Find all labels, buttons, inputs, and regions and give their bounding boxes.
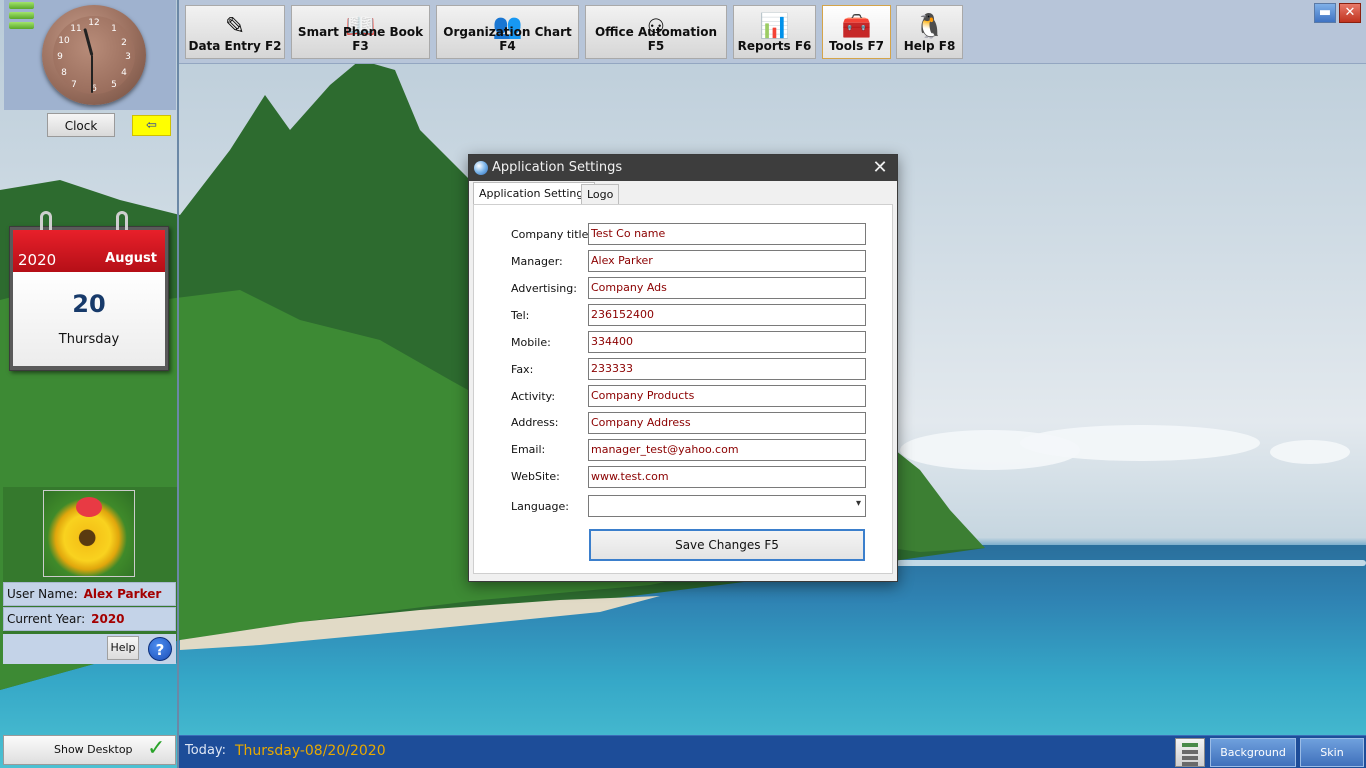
back-arrow-button[interactable]: ⇦	[132, 115, 171, 136]
dialog-title: Application Settings	[492, 160, 623, 175]
dialog-title-bar[interactable]: Application Settings ✕	[469, 155, 897, 181]
advertising-label: Advertising:	[511, 282, 577, 295]
arrow-left-icon: ⇦	[146, 118, 157, 133]
close-icon: ✕	[872, 157, 888, 178]
calendar-month: August	[105, 251, 157, 266]
clock-panel: 12 1 2 3 4 5 6 7 8 9 10 11	[4, 0, 176, 110]
show-desktop-label: Show Desktop	[54, 743, 133, 756]
status-bar: Today: Thursday-08/20/2020 Background Sk…	[179, 735, 1366, 768]
menu-icon[interactable]	[9, 2, 34, 29]
today-label: Today:	[185, 743, 227, 758]
company-title-input[interactable]: Test Co name	[588, 223, 866, 245]
current-year-label: Current Year:	[7, 612, 86, 626]
email-label: Email:	[511, 443, 546, 456]
manager-label: Manager:	[511, 255, 563, 268]
tel-label: Tel:	[511, 309, 530, 322]
analog-clock: 12 1 2 3 4 5 6 7 8 9 10 11	[42, 5, 146, 105]
activity-label: Activity:	[511, 390, 556, 403]
minimize-button[interactable]: ▬	[1314, 3, 1336, 23]
manager-input[interactable]: Alex Parker	[588, 250, 866, 272]
calculator-icon[interactable]	[1175, 738, 1205, 767]
pencil-paper-icon: ✎	[224, 12, 246, 40]
language-select[interactable]: ▾	[588, 495, 866, 517]
current-year-value: 2020	[91, 612, 125, 626]
user-name-label: User Name:	[7, 587, 78, 601]
calendar-weekday: Thursday	[58, 332, 120, 347]
activity-input[interactable]: Company Products	[588, 385, 866, 407]
chevron-down-icon: ▾	[855, 498, 861, 509]
address-label: Address:	[511, 416, 559, 429]
user-name-row: User Name: Alex Parker	[3, 582, 176, 606]
tel-input[interactable]: 236152400	[588, 304, 866, 326]
clock-button[interactable]: Clock	[47, 113, 115, 137]
language-label: Language:	[511, 500, 569, 513]
mobile-input[interactable]: 334400	[588, 331, 866, 353]
sidebar: 12 1 2 3 4 5 6 7 8 9 10 11 Clock ⇦ 2020 …	[0, 0, 179, 768]
close-icon: ✕	[1344, 5, 1356, 20]
current-year-row: Current Year: 2020	[3, 607, 176, 631]
today-value: Thursday-08/20/2020	[235, 743, 386, 759]
minimize-icon: ▬	[1318, 5, 1332, 20]
website-label: WebSite:	[511, 470, 560, 483]
help-row: Help ?	[3, 634, 176, 664]
close-window-button[interactable]: ✕	[1339, 3, 1361, 23]
user-name-value: Alex Parker	[83, 587, 162, 601]
tools-box-icon: 🧰	[841, 12, 872, 40]
help-icon[interactable]: ?	[148, 637, 172, 661]
address-input[interactable]: Company Address	[588, 412, 866, 434]
chart-icon: 📊	[759, 12, 790, 40]
smart-phone-book-button[interactable]: 📖 Smart Phone Book F3	[291, 5, 430, 59]
calendar-widget: 2020 August 20 Thursday	[9, 211, 169, 371]
data-entry-button[interactable]: ✎ Data Entry F2	[185, 5, 285, 59]
advertising-input[interactable]: Company Ads	[588, 277, 866, 299]
reports-button[interactable]: 📊 Reports F6	[733, 5, 816, 59]
dialog-close-button[interactable]: ✕	[871, 156, 889, 180]
office-automation-button[interactable]: ⚇ Office Automation F5	[585, 5, 727, 59]
tab-application-settings[interactable]: Application Settings	[473, 182, 596, 205]
organization-chart-button[interactable]: 👥 Organization Chart F4	[436, 5, 579, 59]
avatar	[43, 490, 135, 577]
checkmark-icon: ✓	[147, 736, 166, 761]
clock-minute-hand	[91, 55, 93, 93]
background-button[interactable]: Background	[1210, 738, 1296, 767]
main-toolbar: ✎ Data Entry F2 📖 Smart Phone Book F3 👥 …	[179, 0, 1366, 64]
help-toolbar-button[interactable]: 🐧 Help F8	[896, 5, 963, 59]
show-desktop-button[interactable]: Show Desktop ✓	[3, 735, 176, 765]
skin-button[interactable]: Skin	[1300, 738, 1364, 767]
fax-label: Fax:	[511, 363, 534, 376]
help-button[interactable]: Help	[107, 636, 139, 660]
calendar-year: 2020	[18, 251, 57, 269]
fax-input[interactable]: 233333	[588, 358, 866, 380]
email-input[interactable]: manager_test@yahoo.com	[588, 439, 866, 461]
tab-logo[interactable]: Logo	[581, 184, 620, 205]
penguin-icon: 🐧	[914, 12, 945, 40]
calendar-day: 20	[72, 290, 106, 318]
save-changes-button[interactable]: Save Changes F5	[589, 529, 865, 561]
company-title-label: Company title:	[511, 228, 593, 241]
settings-tab-page: Company title: Test Co name Manager: Ale…	[473, 204, 893, 574]
tools-button[interactable]: 🧰 Tools F7	[822, 5, 891, 59]
app-globe-icon	[474, 161, 488, 175]
mobile-label: Mobile:	[511, 336, 551, 349]
website-input[interactable]: www.test.com	[588, 466, 866, 488]
application-settings-dialog: Application Settings ✕ Application Setti…	[468, 154, 898, 582]
